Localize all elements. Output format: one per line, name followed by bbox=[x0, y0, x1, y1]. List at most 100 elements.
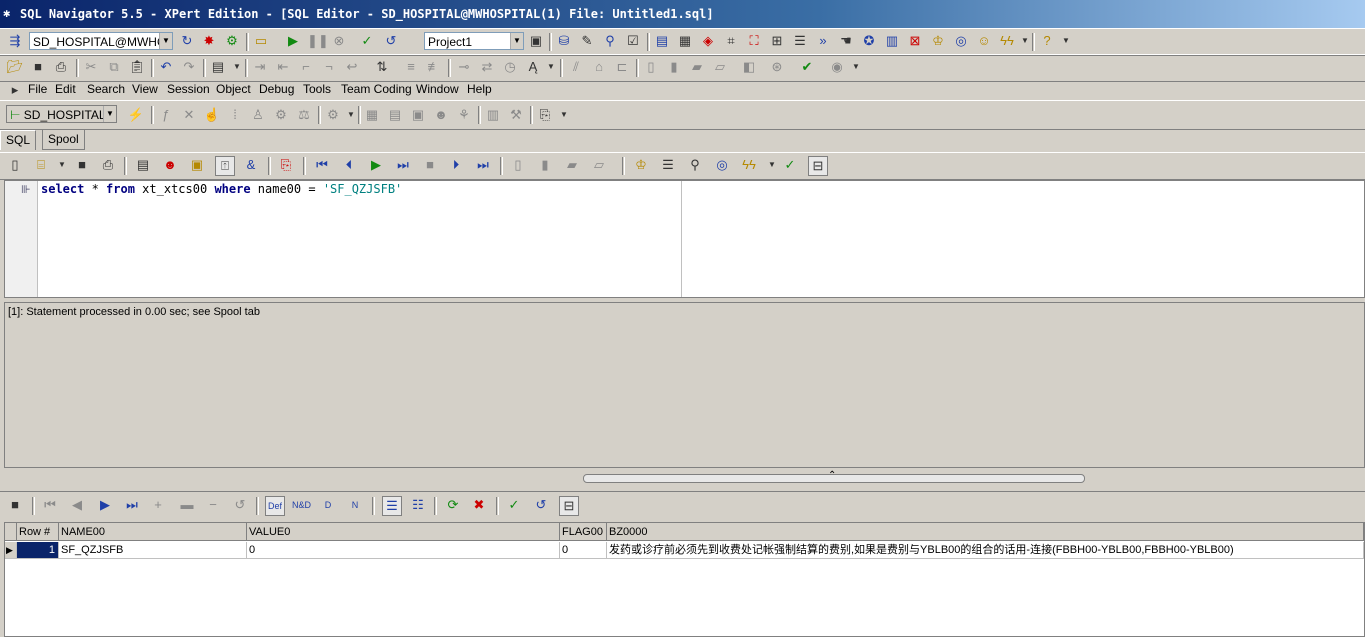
commit-icon[interactable]: ✓ bbox=[781, 156, 799, 174]
save-icon[interactable]: ■ bbox=[29, 58, 47, 76]
compile-icon[interactable]: ⊛ bbox=[768, 58, 786, 76]
project-select[interactable]: Project1 ▼ bbox=[424, 32, 524, 50]
next-record-icon[interactable]: ▶ bbox=[96, 496, 114, 514]
bookmark-prev-icon[interactable]: ⊏ bbox=[613, 58, 631, 76]
split-view-icon[interactable]: ⊟ bbox=[559, 496, 579, 516]
doc-next-icon[interactable]: ▮ bbox=[665, 58, 683, 76]
disconnect-icon[interactable]: ✸ bbox=[200, 32, 218, 50]
edit-object-icon[interactable]: ✎ bbox=[578, 32, 596, 50]
last-statement-icon[interactable]: ⏭ bbox=[474, 156, 492, 174]
rollback-icon[interactable]: ↺ bbox=[532, 496, 550, 514]
commit-icon[interactable]: ✓ bbox=[505, 496, 523, 514]
db-navigator-icon[interactable]: ⛁ bbox=[555, 32, 573, 50]
list-icon[interactable]: ☰ bbox=[659, 156, 677, 174]
split-view-icon[interactable]: ⊟ bbox=[808, 156, 828, 176]
badge-icon[interactable]: ♔ bbox=[929, 32, 947, 50]
connect-icon[interactable]: ⇶ bbox=[6, 32, 24, 50]
menu-window[interactable]: Window bbox=[416, 82, 459, 96]
refresh-icon[interactable]: ⟳ bbox=[444, 496, 462, 514]
table-cell[interactable]: 0 bbox=[560, 542, 607, 559]
nd-icon[interactable]: N&D bbox=[292, 496, 311, 514]
stop-icon[interactable]: ⊗ bbox=[330, 32, 348, 50]
print-icon[interactable]: ⎙ bbox=[52, 58, 70, 76]
session-icon[interactable]: ⚙ bbox=[223, 32, 241, 50]
paste-icon[interactable]: 📋︎ bbox=[128, 58, 146, 76]
comment-icon[interactable]: ⌐ bbox=[297, 58, 315, 76]
bind-vars-icon[interactable]: ☻ bbox=[161, 156, 179, 174]
calendar-icon[interactable]: ▥ bbox=[883, 32, 901, 50]
save-icon[interactable]: ■ bbox=[6, 496, 24, 514]
link-icon[interactable]: ⊸ bbox=[455, 58, 473, 76]
bookmark-icon[interactable]: ⫽ bbox=[567, 58, 585, 76]
save-icon[interactable]: ■ bbox=[73, 156, 91, 174]
lasso-icon[interactable]: ◎ bbox=[952, 32, 970, 50]
column-header[interactable]: VALUE0 bbox=[247, 523, 560, 541]
outdent-icon[interactable]: ⇤ bbox=[274, 58, 292, 76]
doc-check-icon[interactable]: ▱ bbox=[590, 156, 608, 174]
def-icon[interactable]: Def bbox=[265, 496, 285, 516]
chevron-down-icon[interactable]: ▼ bbox=[510, 33, 523, 49]
chevron-down-icon[interactable]: ▼ bbox=[53, 156, 71, 174]
menu-help[interactable]: Help bbox=[467, 82, 492, 96]
sql-editor[interactable]: ⊪ select * from xt_xtcs00 where name00 =… bbox=[4, 180, 1365, 298]
open-sql-icon[interactable]: ⌸ bbox=[32, 156, 50, 174]
validate-icon[interactable]: ✔ bbox=[798, 58, 816, 76]
first-statement-icon[interactable]: ⏮ bbox=[313, 156, 331, 174]
delete-record-icon[interactable]: − bbox=[204, 496, 222, 514]
menu-tools[interactable]: Tools bbox=[303, 82, 331, 96]
chevron-down-icon[interactable]: ▼ bbox=[228, 58, 246, 76]
prev-record-icon[interactable]: ◀ bbox=[68, 496, 86, 514]
n-icon[interactable]: N bbox=[346, 496, 364, 514]
menu-file[interactable]: File bbox=[28, 82, 47, 96]
substitution-icon[interactable]: & bbox=[242, 156, 260, 174]
menu-edit[interactable]: Edit bbox=[55, 82, 76, 96]
explain-icon[interactable]: ◧ bbox=[740, 58, 758, 76]
menu-object[interactable]: Object bbox=[216, 82, 251, 96]
doc-check-icon[interactable]: ▱ bbox=[711, 58, 729, 76]
table-data-icon[interactable]: ▤ bbox=[386, 106, 404, 124]
run-statement-icon[interactable]: ▶ bbox=[367, 156, 385, 174]
next-statement-icon[interactable]: ⏵ bbox=[447, 156, 465, 174]
report-icon[interactable]: ▥ bbox=[484, 106, 502, 124]
column-header[interactable]: NAME00 bbox=[59, 523, 247, 541]
edit-record-icon[interactable]: ▬ bbox=[178, 496, 196, 514]
bookmark-next-icon[interactable]: ⌂ bbox=[590, 58, 608, 76]
chevron-down-icon[interactable]: ▼ bbox=[103, 106, 116, 122]
object-filter-icon[interactable]: ⚡ bbox=[127, 106, 145, 124]
connection-select[interactable]: SD_HOSPITAL@MWHOS ▼ bbox=[29, 32, 173, 50]
binoculars-icon[interactable]: ⚲ bbox=[686, 156, 704, 174]
stop-icon[interactable]: ■ bbox=[421, 156, 439, 174]
prev-statement-icon[interactable]: ⏴ bbox=[340, 156, 358, 174]
export-icon[interactable]: ⎘ bbox=[536, 106, 554, 124]
chevron-down-icon[interactable]: ▼ bbox=[847, 58, 865, 76]
d-icon[interactable]: D bbox=[319, 496, 337, 514]
table-cell[interactable]: 发药或诊疗前必须先到收费处记帐强制结算的费别,如果是费别与YBLB00的组合的话… bbox=[607, 542, 1364, 559]
first-record-icon[interactable]: ⏮ bbox=[41, 496, 59, 514]
uncomment-icon[interactable]: ¬ bbox=[320, 58, 338, 76]
sql-line-1[interactable]: select * from xt_xtcs00 where name00 = '… bbox=[41, 181, 402, 197]
xml-icon[interactable]: ✕ bbox=[180, 106, 198, 124]
sort-icon[interactable]: ⇅ bbox=[373, 58, 391, 76]
row-indicator-icon[interactable]: ▶ bbox=[5, 542, 17, 559]
visual-object-icon[interactable]: ◈ bbox=[699, 32, 717, 50]
hand-icon[interactable]: ☝ bbox=[203, 106, 221, 124]
forward-icon[interactable]: » bbox=[814, 32, 832, 50]
insert-record-icon[interactable]: + bbox=[149, 496, 167, 514]
extract-icon[interactable]: ⎘ bbox=[277, 156, 295, 174]
doc-next-icon[interactable]: ▮ bbox=[536, 156, 554, 174]
spell-icon[interactable]: Ą bbox=[524, 58, 542, 76]
menu-team-coding[interactable]: Team Coding bbox=[341, 82, 412, 96]
window-list-icon[interactable]: ▤ bbox=[209, 58, 227, 76]
reconnect-icon[interactable]: ↻ bbox=[178, 32, 196, 50]
sql-editor-icon[interactable]: ▤ bbox=[653, 32, 671, 50]
schema-select[interactable]: ⊢ SD_HOSPITAL ▼ bbox=[6, 105, 117, 123]
tuner-icon[interactable]: ✪ bbox=[860, 32, 878, 50]
unformat-icon[interactable]: ≢ bbox=[425, 58, 443, 76]
hand-icon[interactable]: ☚ bbox=[837, 32, 855, 50]
last-record-icon[interactable]: ⏭ bbox=[123, 496, 141, 514]
clock-icon[interactable]: ◷ bbox=[501, 58, 519, 76]
help-icon[interactable]: ? bbox=[1038, 32, 1056, 50]
chevron-down-icon[interactable]: ▼ bbox=[763, 156, 781, 174]
window-menu-icon[interactable]: ▸ bbox=[6, 81, 24, 99]
grid-icon[interactable]: ⊠ bbox=[906, 32, 924, 50]
